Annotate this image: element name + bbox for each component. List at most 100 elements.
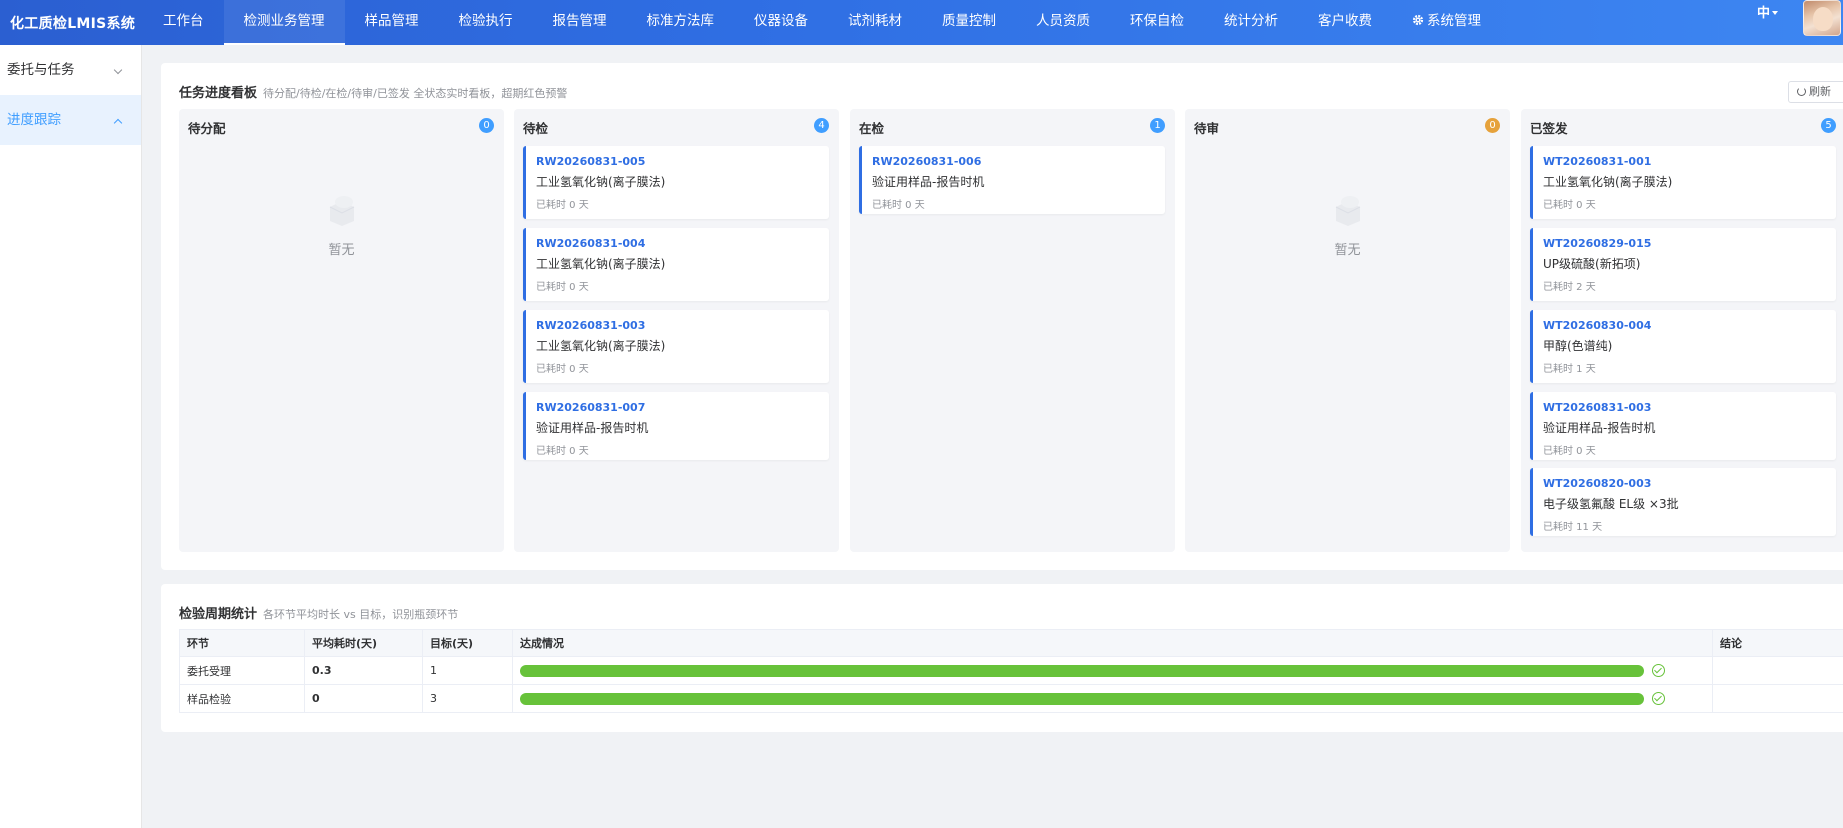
task-card[interactable]: RW20260831-007 验证用样品-报告时机 已耗时 0 天 [523, 392, 829, 460]
column-title: 待检 [523, 121, 549, 136]
achievement-cell [512, 684, 1713, 713]
task-code: RW20260831-004 [536, 237, 646, 250]
task-elapsed: 已耗时 1 天 [1543, 364, 1596, 375]
board-column-pending-review: 待审 0 暂无 [1185, 109, 1510, 552]
chevron-up-icon [113, 118, 123, 128]
task-code: RW20260831-006 [872, 155, 982, 168]
board-column-issued: 已签发 5 WT20260831-001 工业氢氧化钠(离子膜法) 已耗时 0 … [1521, 109, 1843, 552]
column-header-target: 目标(天) [422, 629, 513, 657]
nav-item-system-settings[interactable]: 系统管理 [1392, 0, 1501, 45]
board-subtitle: 待分配/待检/在检/待审/已签发 全状态实时看板，超期红色预警 [263, 87, 568, 100]
task-card[interactable]: RW20260831-004 工业氢氧化钠(离子膜法) 已耗时 0 天 [523, 228, 829, 301]
task-elapsed: 已耗时 0 天 [536, 364, 589, 375]
nav-item-test-execution[interactable]: 检验执行 [439, 0, 533, 45]
achievement-progress [520, 691, 1705, 705]
stage-cell: 样品检验 [179, 684, 305, 713]
task-card[interactable]: WT20260820-003 电子级氢氟酸 EL级 ×3批 已耗时 11 天 [1530, 468, 1836, 536]
check-circle-icon [1652, 663, 1665, 677]
cycle-subtitle: 各环节平均时长 vs 目标，识别瓶颈环节 [263, 608, 459, 621]
column-title: 待审 [1194, 121, 1220, 136]
sidebar-item-progress-tracking[interactable]: 进度跟踪 [0, 95, 141, 145]
nav-item-workbench[interactable]: 工作台 [143, 0, 224, 45]
task-card[interactable]: WT20260830-004 甲醇(色谱纯) 已耗时 1 天 [1530, 310, 1836, 383]
task-name: 工业氢氧化钠(离子膜法) [536, 257, 666, 271]
board-column-pending-test: 待检 4 RW20260831-005 工业氢氧化钠(离子膜法) 已耗时 0 天… [514, 109, 839, 552]
table-row: 委托受理 0.3 1 [179, 656, 1843, 685]
avg-cell: 0.3 [304, 656, 423, 685]
task-code: WT20260820-003 [1543, 477, 1652, 490]
task-name: UP级硫酸(新拓项) [1543, 257, 1641, 271]
task-name: 验证用样品-报告时机 [1543, 421, 1656, 435]
task-code: RW20260831-007 [536, 401, 646, 414]
task-name: 甲醇(色谱纯) [1543, 339, 1613, 353]
nav-item-personnel[interactable]: 人员资质 [1016, 0, 1110, 45]
task-name: 电子级氢氟酸 EL级 ×3批 [1543, 497, 1679, 511]
column-header-stage: 环节 [179, 629, 305, 657]
empty-box-icon [329, 196, 354, 226]
sidebar: 委托与任务 进度跟踪 [0, 45, 142, 828]
nav-item-samples[interactable]: 样品管理 [345, 0, 439, 45]
task-code: RW20260831-003 [536, 319, 646, 332]
task-elapsed: 已耗时 0 天 [536, 446, 589, 457]
avg-cell: 0 [304, 684, 423, 713]
achievement-progress [520, 663, 1705, 677]
nav-item-quality-control[interactable]: 质量控制 [922, 0, 1016, 45]
task-card[interactable]: RW20260831-003 工业氢氧化钠(离子膜法) 已耗时 0 天 [523, 310, 829, 383]
nav-item-standards[interactable]: 标准方法库 [627, 0, 735, 45]
nav-item-instruments[interactable]: 仪器设备 [734, 0, 828, 45]
achievement-cell [512, 656, 1713, 685]
board-title: 任务进度看板 [179, 86, 258, 101]
refresh-button[interactable]: 刷新 [1788, 81, 1843, 103]
count-badge: 0 [1485, 118, 1500, 133]
column-title: 在检 [859, 121, 885, 136]
task-elapsed: 已耗时 0 天 [536, 282, 589, 293]
target-cell: 1 [422, 656, 513, 685]
board-column-unassigned: 待分配 0 暂无 [179, 109, 504, 552]
cycle-stats-panel: 检验周期统计 各环节平均时长 vs 目标，识别瓶颈环节 环节 平均耗时(天) 目标… [161, 584, 1843, 732]
count-badge: 0 [479, 118, 494, 133]
task-elapsed: 已耗时 0 天 [536, 200, 589, 211]
empty-box-icon [1335, 196, 1360, 226]
language-switcher[interactable]: 中 [1757, 2, 1779, 21]
task-code: WT20260830-004 [1543, 319, 1652, 332]
task-code: WT20260831-003 [1543, 401, 1652, 414]
sidebar-item-commission-tasks[interactable]: 委托与任务 [0, 45, 141, 95]
task-name: 工业氢氧化钠(离子膜法) [536, 339, 666, 353]
sidebar-item-label: 进度跟踪 [7, 112, 61, 128]
task-card[interactable]: WT20260831-001 工业氢氧化钠(离子膜法) 已耗时 0 天 [1530, 146, 1836, 219]
task-name: 工业氢氧化钠(离子膜法) [1543, 175, 1673, 189]
task-elapsed: 已耗时 0 天 [1543, 200, 1596, 211]
task-card[interactable]: RW20260831-005 工业氢氧化钠(离子膜法) 已耗时 0 天 [523, 146, 829, 219]
user-avatar[interactable] [1803, 0, 1841, 36]
column-header-avg: 平均耗时(天) [304, 629, 423, 657]
nav-item-customer-billing[interactable]: 客户收费 [1298, 0, 1392, 45]
progress-bar [520, 692, 1644, 705]
target-cell: 3 [422, 684, 513, 713]
task-code: WT20260831-001 [1543, 155, 1652, 168]
nav-item-reports[interactable]: 报告管理 [533, 0, 627, 45]
nav-item-testing-business[interactable]: 检测业务管理 [223, 0, 345, 45]
refresh-icon [1797, 87, 1806, 96]
task-card[interactable]: WT20260831-003 验证用样品-报告时机 已耗时 0 天 [1530, 392, 1836, 460]
count-badge: 5 [1821, 118, 1836, 133]
table-header-row: 环节 平均耗时(天) 目标(天) 达成情况 结论 [179, 629, 1843, 657]
language-label: 中 [1757, 6, 1771, 21]
task-elapsed: 已耗时 0 天 [872, 200, 925, 211]
task-card[interactable]: WT20260829-015 UP级硫酸(新拓项) 已耗时 2 天 [1530, 228, 1836, 301]
nav-item-env-selfcheck[interactable]: 环保自检 [1110, 0, 1204, 45]
task-card[interactable]: RW20260831-006 验证用样品-报告时机 已耗时 0 天 [859, 146, 1165, 214]
task-name: 验证用样品-报告时机 [872, 175, 985, 189]
column-header-conclusion: 结论 [1712, 629, 1843, 657]
task-name: 验证用样品-报告时机 [536, 421, 649, 435]
cycle-title-row: 检验周期统计 各环节平均时长 vs 目标，识别瓶颈环节 [179, 603, 458, 622]
column-title: 待分配 [188, 121, 226, 136]
task-name: 工业氢氧化钠(离子膜法) [536, 175, 666, 189]
task-board-panel: 任务进度看板 待分配/待检/在检/待审/已签发 全状态实时看板，超期红色预警 刷新… [161, 63, 1843, 570]
sidebar-item-label: 委托与任务 [7, 62, 75, 78]
table-row: 样品检验 0 3 [179, 684, 1843, 713]
board-column-in-test: 在检 1 RW20260831-006 验证用样品-报告时机 已耗时 0 天 [850, 109, 1175, 552]
main-nav: 工作台 检测业务管理 样品管理 检验执行 报告管理 标准方法库 仪器设备 试剂耗… [143, 0, 1501, 45]
progress-bar [520, 664, 1644, 677]
nav-item-reagents[interactable]: 试剂耗材 [828, 0, 922, 45]
nav-item-statistics[interactable]: 统计分析 [1204, 0, 1298, 45]
